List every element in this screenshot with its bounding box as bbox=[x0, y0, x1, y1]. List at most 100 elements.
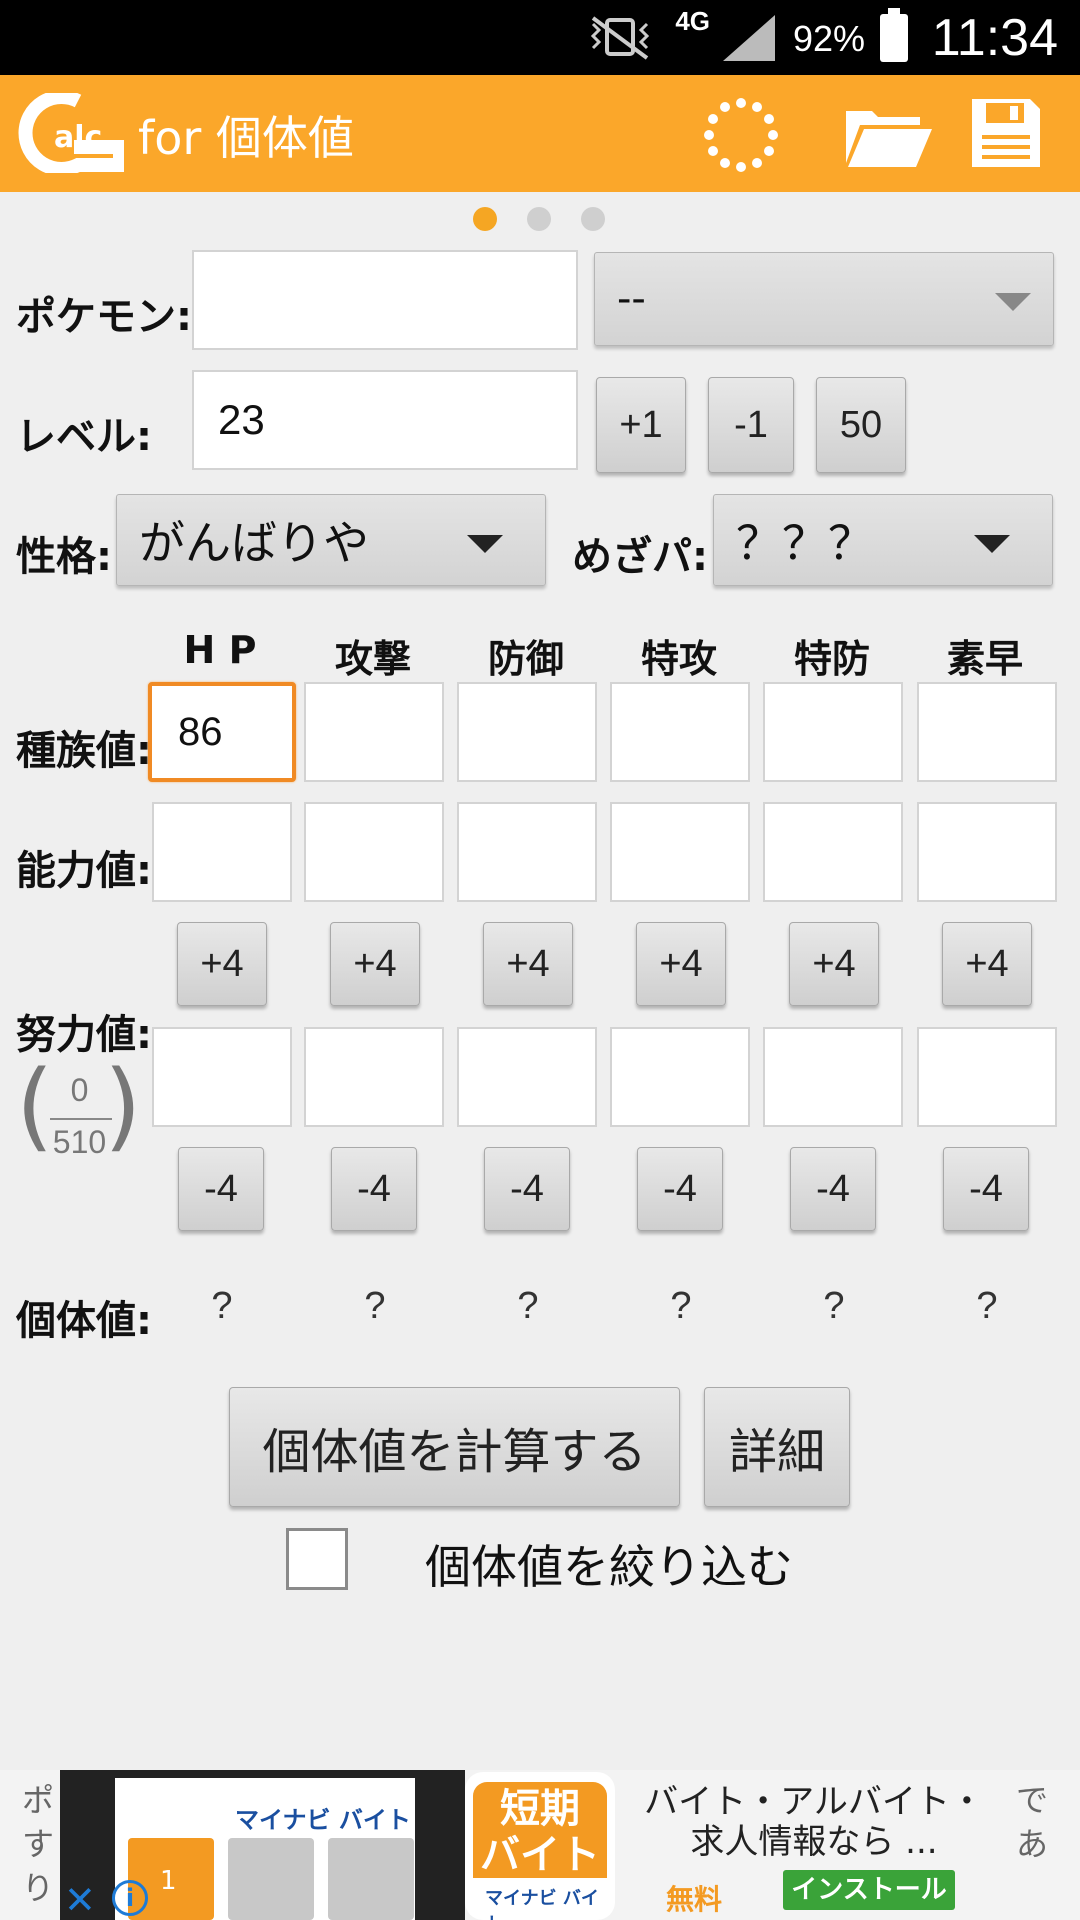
iv-speed-value: ? bbox=[976, 1285, 998, 1327]
level-label: レベル: bbox=[16, 414, 152, 460]
chevron-down-icon bbox=[974, 535, 1010, 553]
base-stat-speed-input[interactable] bbox=[917, 682, 1057, 782]
actual-stat-speed-input[interactable] bbox=[917, 802, 1057, 902]
level-input[interactable]: 23 bbox=[192, 370, 578, 470]
ev-minus-sp-defense-button[interactable]: -4 bbox=[790, 1147, 876, 1231]
actual-stat-sp-attack-input[interactable] bbox=[610, 802, 750, 902]
folder-icon[interactable] bbox=[842, 103, 934, 169]
pokemon-form-value: -- bbox=[617, 276, 646, 322]
base-stat-sp-attack-input[interactable] bbox=[610, 682, 750, 782]
base-stat-defense-input[interactable] bbox=[457, 682, 597, 782]
filter-iv-label: 個体値を絞り込む bbox=[425, 1540, 793, 1594]
nature-select[interactable]: がんばりや bbox=[116, 494, 546, 586]
level-fifty-button[interactable]: 50 bbox=[816, 377, 906, 473]
ev-plus-attack-button[interactable]: +4 bbox=[330, 922, 420, 1006]
clock: 11:34 bbox=[931, 9, 1058, 67]
iv-sp-attack-value: ? bbox=[670, 1285, 692, 1327]
pokemon-name-input[interactable] bbox=[192, 250, 578, 350]
pokemon-form-select[interactable]: -- bbox=[594, 252, 1054, 346]
ad-app-icon-brand: マイナビ バイト bbox=[485, 1888, 599, 1920]
hidden-power-select[interactable]: ？？？ bbox=[713, 494, 1053, 586]
app-title: for 個体値 bbox=[138, 111, 354, 165]
ad-banner-logo: マイナビ バイト bbox=[235, 1806, 411, 1834]
battery-icon bbox=[880, 8, 908, 62]
column-header-sp-defense: 特防 bbox=[793, 637, 870, 681]
base-stat-hp-input[interactable]: 86 bbox=[148, 682, 296, 782]
list-calendar-icon bbox=[228, 1838, 314, 1920]
calc-logo: alc bbox=[18, 93, 124, 173]
ev-minus-defense-button[interactable]: -4 bbox=[484, 1147, 570, 1231]
ad-app-icon[interactable]: 短期バイト マイナビ バイト bbox=[465, 1772, 615, 1920]
ad-right-text: であ bbox=[1016, 1781, 1049, 1863]
actual-stat-attack-input[interactable] bbox=[304, 802, 444, 902]
column-header-sp-attack: 特攻 bbox=[640, 637, 717, 681]
column-header-hp: H P bbox=[183, 628, 257, 672]
vibrate-mute-icon bbox=[590, 16, 650, 60]
ev-attack-input[interactable] bbox=[304, 1027, 444, 1127]
ev-minus-attack-button[interactable]: -4 bbox=[331, 1147, 417, 1231]
base-stats-label: 種族値: bbox=[16, 728, 152, 774]
ev-sp-defense-input[interactable] bbox=[763, 1027, 903, 1127]
ev-plus-sp-defense-button[interactable]: +4 bbox=[789, 922, 879, 1006]
page-indicator-2 bbox=[527, 207, 551, 231]
grid-calendar-icon bbox=[328, 1838, 414, 1920]
actual-stat-sp-defense-input[interactable] bbox=[763, 802, 903, 902]
iv-hp-value: ? bbox=[211, 1285, 233, 1327]
ad-install-button[interactable]: インストール bbox=[783, 1870, 955, 1910]
iv-sp-defense-value: ? bbox=[823, 1285, 845, 1327]
ad-info-icon[interactable]: i bbox=[112, 1880, 148, 1916]
level-minus-one-button[interactable]: -1 bbox=[708, 377, 794, 473]
hidden-power-value: ？？？ bbox=[736, 516, 874, 570]
nature-value: がんばりや bbox=[139, 516, 369, 570]
page-indicator-3 bbox=[581, 207, 605, 231]
level-plus-one-button[interactable]: +1 bbox=[596, 377, 686, 473]
individual-values-label: 個体値: bbox=[16, 1298, 152, 1344]
status-bar: 4G 92% 11:34 bbox=[0, 0, 1080, 75]
ad-banner[interactable]: ポすり マイナビ バイト 1 ✕ i 短期バイト マイナビ バイト バイト・アル… bbox=[0, 1770, 1080, 1920]
ad-app-icon-title: 短期 バイト bbox=[473, 1782, 607, 1878]
ev-total-close-paren: ) bbox=[104, 1050, 142, 1162]
column-header-defense: 防御 bbox=[487, 637, 564, 681]
pokemon-label: ポケモン: bbox=[16, 294, 192, 340]
actual-stat-defense-input[interactable] bbox=[457, 802, 597, 902]
details-button[interactable]: 詳細 bbox=[704, 1387, 850, 1507]
ev-plus-hp-button[interactable]: +4 bbox=[177, 922, 267, 1006]
page-indicator-1 bbox=[473, 207, 497, 231]
ad-left-text: ポすり bbox=[22, 1781, 55, 1907]
column-header-attack: 攻撃 bbox=[334, 637, 411, 681]
ev-defense-input[interactable] bbox=[457, 1027, 597, 1127]
calendar-icon-number: 1 bbox=[160, 1866, 177, 1896]
ev-sp-attack-input[interactable] bbox=[610, 1027, 750, 1127]
ev-plus-defense-button[interactable]: +4 bbox=[483, 922, 573, 1006]
ev-speed-input[interactable] bbox=[917, 1027, 1057, 1127]
ev-hp-input[interactable] bbox=[152, 1027, 292, 1127]
svg-text:alc: alc bbox=[54, 120, 102, 155]
iv-attack-value: ? bbox=[364, 1285, 386, 1327]
ev-plus-sp-attack-button[interactable]: +4 bbox=[636, 922, 726, 1006]
signal-icon bbox=[723, 15, 775, 61]
ev-total: ( 0 510 ) bbox=[16, 1058, 141, 1170]
column-header-speed: 素早 bbox=[946, 637, 1023, 681]
base-stat-attack-input[interactable] bbox=[304, 682, 444, 782]
iv-defense-value: ? bbox=[517, 1285, 539, 1327]
app-bar: alc for 個体値 bbox=[0, 75, 1080, 192]
ad-close-icon[interactable]: ✕ bbox=[64, 1878, 96, 1920]
ev-minus-speed-button[interactable]: -4 bbox=[943, 1147, 1029, 1231]
spinner-icon[interactable] bbox=[703, 97, 779, 173]
ad-headline[interactable]: バイト・アルバイト・求人情報なら ... bbox=[628, 1782, 1000, 1862]
ev-total-divider bbox=[50, 1118, 112, 1120]
actual-stats-label: 能力値: bbox=[16, 848, 152, 894]
filter-iv-checkbox[interactable] bbox=[286, 1528, 348, 1590]
base-stat-sp-defense-input[interactable] bbox=[763, 682, 903, 782]
ev-minus-sp-attack-button[interactable]: -4 bbox=[637, 1147, 723, 1231]
chevron-down-icon bbox=[467, 535, 503, 553]
actual-stat-hp-input[interactable] bbox=[152, 802, 292, 902]
network-type: 4G bbox=[675, 6, 710, 36]
calculate-iv-button[interactable]: 個体値を計算する bbox=[229, 1387, 680, 1507]
nature-label: 性格: bbox=[16, 534, 112, 580]
ev-minus-hp-button[interactable]: -4 bbox=[178, 1147, 264, 1231]
save-icon[interactable] bbox=[970, 97, 1042, 169]
ev-plus-speed-button[interactable]: +4 bbox=[942, 922, 1032, 1006]
battery-percent: 92% bbox=[792, 18, 865, 59]
chevron-down-icon bbox=[995, 293, 1031, 311]
